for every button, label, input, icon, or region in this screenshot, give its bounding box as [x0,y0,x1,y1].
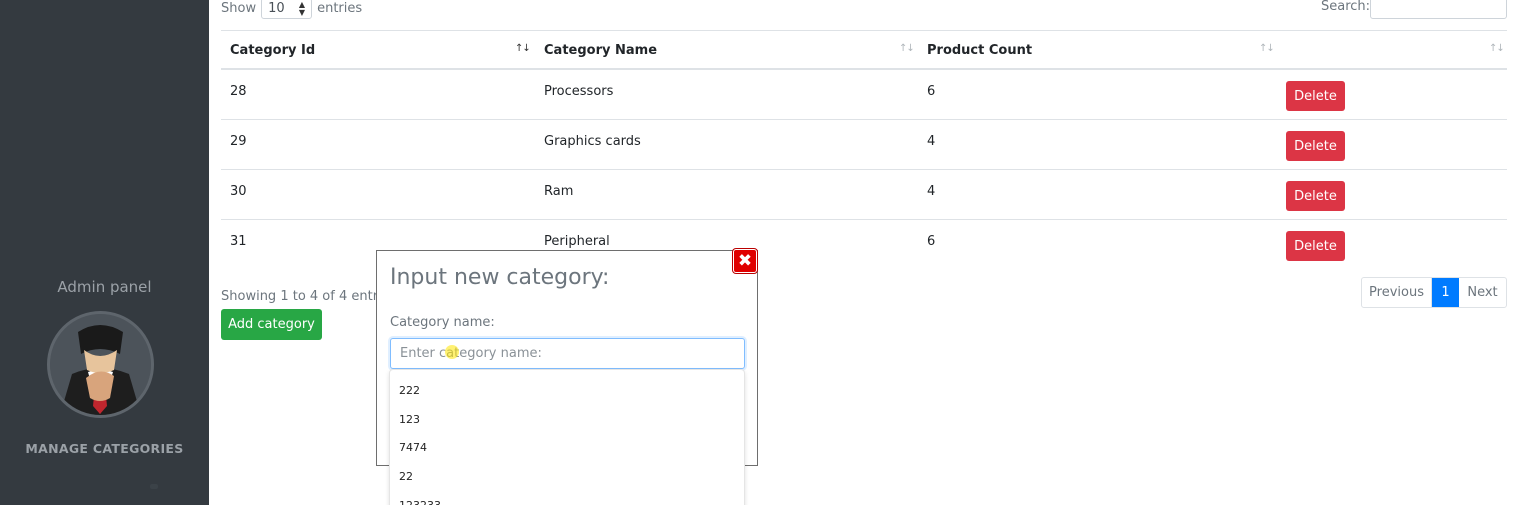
table-row: 28 Processors 6 Delete [221,70,1507,120]
cell-product-count: 4 [927,134,936,149]
cell-category-name: Ram [544,184,574,199]
search-input[interactable] [1370,0,1507,19]
mouse-cursor-highlight [445,345,459,359]
cell-category-name: Processors [544,84,614,99]
search-label: Search: [1321,0,1371,14]
select-arrows-icon: ▲ ▼ [298,0,306,17]
cell-product-count: 6 [927,234,936,249]
header-category-name[interactable]: Category Name [544,43,657,58]
pagination-previous[interactable]: Previous [1362,278,1432,307]
avatar [47,311,154,418]
table-row: 29 Graphics cards 4 Delete [221,120,1507,170]
cell-category-id: 30 [230,184,247,199]
delete-button[interactable]: Delete [1286,81,1345,111]
modal-title: Input new category: [390,265,610,290]
table-row: 30 Ram 4 Delete [221,170,1507,220]
entries-label: entries [317,1,363,16]
autocomplete-option[interactable]: 22 [390,462,744,491]
pagination-page-1[interactable]: 1 [1432,278,1459,307]
table-header-row: Category Id ↑↓ Category Name ↑↓ Product … [221,30,1507,70]
cell-category-id: 31 [230,234,247,249]
autocomplete-option[interactable]: 123 [390,405,744,434]
sidebar-decoration [150,484,158,489]
autocomplete-list: 222 123 7474 22 123233 [389,369,745,505]
header-category-id[interactable]: Category Id [230,43,315,58]
pagination-next[interactable]: Next [1459,278,1506,307]
cell-category-name: Peripheral [544,234,610,249]
cell-product-count: 4 [927,184,936,199]
delete-button[interactable]: Delete [1286,131,1345,161]
cell-category-id: 29 [230,134,247,149]
delete-button[interactable]: Delete [1286,181,1345,211]
cell-category-name: Graphics cards [544,134,641,149]
admin-panel-title: Admin panel [57,278,152,296]
cell-product-count: 6 [927,84,936,99]
show-entries-control: Show 10 ▲ ▼ entries [221,0,362,19]
sort-icon[interactable]: ↑↓ [1489,43,1505,54]
categories-table: Category Id ↑↓ Category Name ↑↓ Product … [221,30,1507,270]
close-icon[interactable]: ✖ [733,249,757,273]
category-name-label: Category name: [390,315,495,330]
sidebar: Admin panel MANAGE CATEGORIES [0,0,209,505]
entries-select[interactable]: 10 ▲ ▼ [261,0,313,19]
cell-category-id: 28 [230,84,247,99]
pagination: Previous 1 Next [1361,277,1507,308]
autocomplete-option[interactable]: 123233 [390,491,744,505]
table-info-text: Showing 1 to 4 of 4 entries [221,289,397,304]
entries-select-value: 10 [268,1,285,16]
show-label: Show [221,1,257,16]
category-name-input[interactable] [390,338,745,369]
autocomplete-option[interactable]: 7474 [390,433,744,462]
add-category-button[interactable]: Add category [221,309,322,340]
sort-icon[interactable]: ↑↓ [515,43,531,54]
header-product-count[interactable]: Product Count [927,43,1032,58]
sort-icon[interactable]: ↑↓ [899,43,915,54]
sort-icon[interactable]: ↑↓ [1259,43,1275,54]
avatar-icon [50,314,151,415]
manage-categories-link[interactable]: MANAGE CATEGORIES [0,441,209,456]
delete-button[interactable]: Delete [1286,231,1345,261]
autocomplete-option[interactable]: 222 [390,376,744,405]
